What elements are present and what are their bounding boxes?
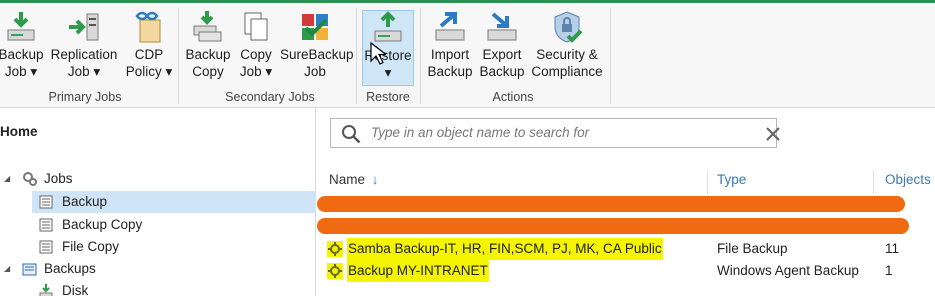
restore-icon [374,11,402,42]
tree-item-jobs[interactable]: ◢ Jobs [0,168,316,190]
ribbon-separator [420,8,421,104]
column-header-objects[interactable]: Objects [885,172,931,187]
ribbon-separator [178,8,179,104]
tree-item-backup-copy[interactable]: Backup Copy [32,214,316,236]
job-objects: 11 [885,241,900,256]
ribbon-accent-line [0,0,935,3]
import-backup-icon [435,12,465,41]
column-header-name[interactable]: Name ↓ [329,172,379,187]
file-copy-node-icon [39,240,53,254]
redaction-mark [317,196,905,212]
cdp-policy-button[interactable]: CDP Policy ▾ [124,10,174,86]
replication-job-button[interactable]: Replication Job ▾ [50,10,118,86]
tree-item-label: Backups [44,261,96,276]
nav-home-title: Home [0,124,38,139]
ribbon: Backup Job ▾ Replication Job ▾ CDP Polic… [0,0,935,108]
job-type: File Backup [717,241,788,256]
mouse-cursor-icon [370,42,386,65]
copy-job-label: Copy Job ▾ [239,47,273,79]
export-backup-icon [487,12,517,41]
table-row[interactable]: Backup MY-INTRANET Windows Agent Backup … [317,260,935,282]
search-placeholder: Type in an object name to search for [371,125,590,140]
backup-copy-node-icon [39,218,53,232]
tree-item-label: File Copy [62,239,120,254]
ribbon-separator [356,8,357,104]
clear-search-icon[interactable] [765,126,781,142]
group-restore: Restore [366,90,410,104]
job-name: Samba Backup-IT, HR, FIN,SCM, PJ, MK, CA… [347,238,663,260]
column-divider[interactable] [873,170,874,194]
tree-item-backups[interactable]: ◢ Backups [0,258,316,280]
search-icon [342,125,361,144]
replication-job-icon [69,13,99,41]
surebackup-job-button[interactable]: SureBackup Job [280,10,354,86]
surebackup-job-label: SureBackup Job [280,47,354,79]
redaction-mark [317,218,909,234]
backup-copy-icon [193,11,222,42]
group-secondary-jobs: Secondary Jobs [225,90,315,104]
job-name: Backup MY-INTRANET [347,260,489,282]
gears-icon [23,172,37,186]
sort-descending-icon: ↓ [371,172,379,187]
column-header-type[interactable]: Type [717,172,746,187]
cdp-policy-label: CDP Policy ▾ [125,47,173,79]
security-compliance-icon [554,11,583,43]
backup-job-label: Backup Job ▾ [0,47,44,79]
copy-job-icon [244,12,268,41]
backup-node-icon [39,195,53,209]
export-backup-label: Export Backup [479,47,525,79]
tree-item-label: Backup [62,194,108,209]
job-objects: 1 [885,263,893,278]
disk-icon [39,284,53,296]
column-divider[interactable] [707,170,708,194]
replication-job-label: Replication Job ▾ [50,47,118,79]
collapse-arrow-icon[interactable]: ◢ [4,258,10,280]
copy-job-button[interactable]: Copy Job ▾ [236,10,276,86]
backup-copy-label: Backup Copy [185,47,231,79]
security-compliance-button[interactable]: Security & Compliance [530,10,604,86]
ribbon-separator [610,8,611,104]
navigation-pane: Home ◢ Jobs Backup Backup Copy File Copy… [0,108,316,296]
backups-icon [22,263,37,276]
surebackup-job-icon [302,14,328,40]
backup-job-button[interactable]: Backup Job ▾ [0,10,48,86]
column-header-label: Name [329,172,366,187]
group-actions: Actions [492,90,534,104]
import-backup-label: Import Backup [427,47,473,79]
import-backup-button[interactable]: Import Backup [426,10,474,86]
cdp-policy-icon [135,11,161,43]
job-gear-icon [327,263,343,279]
table-row[interactable]: Samba Backup-IT, HR, FIN,SCM, PJ, MK, CA… [317,238,935,260]
group-primary-jobs: Primary Jobs [48,90,122,104]
tree-item-backup[interactable]: Backup [32,191,316,213]
tree-item-disk[interactable]: Disk [32,280,316,296]
security-compliance-label: Security & Compliance [531,47,603,79]
tree-item-label: Jobs [44,171,73,186]
job-type: Windows Agent Backup [717,263,859,278]
tree-item-label: Backup Copy [62,217,143,232]
search-box[interactable]: Type in an object name to search for [330,118,780,148]
main-content: Type in an object name to search for Nam… [317,108,935,296]
backup-copy-button[interactable]: Backup Copy [184,10,232,86]
tree-item-file-copy[interactable]: File Copy [32,236,316,258]
export-backup-button[interactable]: Export Backup [478,10,526,86]
tree-item-label: Disk [62,283,89,296]
job-gear-icon [327,241,343,257]
backup-job-icon [7,12,35,41]
collapse-arrow-icon[interactable]: ◢ [4,168,10,190]
